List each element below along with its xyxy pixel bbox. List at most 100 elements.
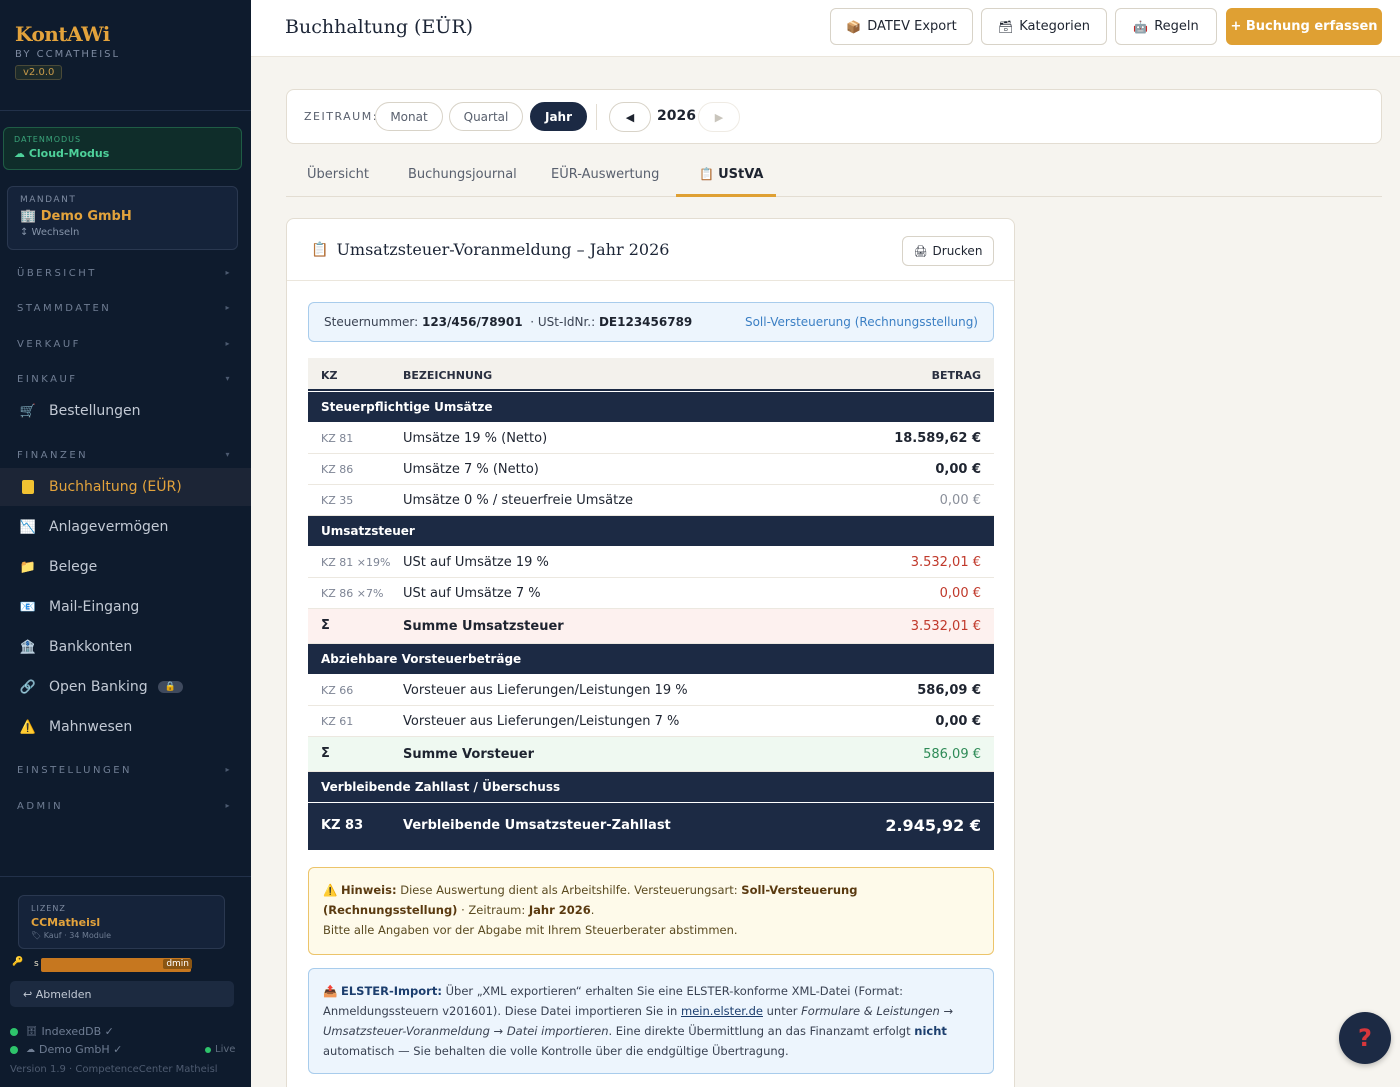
license-name: CCMatheisl	[31, 916, 101, 929]
sidebar-divider	[0, 876, 251, 877]
section-admin-label: ADMIN	[17, 801, 64, 812]
datamode-box[interactable]: DATENMODUS ☁ Cloud-Modus	[3, 127, 242, 170]
page-title: Buchhaltung (EÜR)	[285, 16, 474, 38]
section-einkauf[interactable]: EINKAUF ▾	[17, 374, 232, 385]
sidebar-item-bestellungen[interactable]: 🛒 Bestellungen	[0, 392, 251, 430]
sidebar-item-buchhaltung[interactable]: Buchhaltung (EÜR)	[0, 468, 251, 506]
elster-text: automatisch — Sie behalten die volle Kon…	[323, 1044, 789, 1058]
tab-eur-auswertung[interactable]: EÜR-Auswertung	[551, 167, 659, 182]
license-label: LIZENZ	[31, 904, 66, 913]
upload-icon: 📤	[323, 984, 341, 998]
table-row: KZ 81 ×19% USt auf Umsätze 19 % 3.532,01…	[308, 547, 994, 578]
next-year-button[interactable]: ▶	[698, 102, 740, 132]
row-kz: KZ 66	[321, 684, 354, 697]
elster-emphasis: nicht	[914, 1024, 947, 1038]
section-uebersicht-label: ÜBERSICHT	[17, 268, 97, 279]
warning-icon: ⚠️	[19, 719, 37, 735]
version-badge: v2.0.0	[15, 65, 63, 80]
sidebar-item-belege[interactable]: 📁 Belege	[0, 548, 251, 586]
card-title-text: Umsatzsteuer-Voranmeldung – Jahr 2026	[336, 240, 670, 259]
sidebar-item-mahnwesen[interactable]: ⚠️ Mahnwesen	[0, 708, 251, 746]
section-uebersicht[interactable]: ÜBERSICHT ▸	[17, 268, 232, 279]
sum-row-vorsteuer: Σ Summe Vorsteuer 586,09 €	[308, 737, 994, 772]
chevron-icon: ▾	[225, 374, 232, 383]
mandant-switch[interactable]: ↕ Wechseln	[20, 227, 225, 238]
chevron-icon: ▸	[225, 303, 232, 312]
row-kz: KZ 86 ×7%	[321, 587, 384, 600]
hint-text-2: Bitte alle Angaben vor der Abgabe mit Ih…	[323, 923, 738, 937]
printer-icon: 🖨	[913, 244, 928, 258]
section-finanzen[interactable]: FINANZEN ▾	[17, 450, 232, 461]
footer-version: Version 1.9 · CompetenceCenter Matheisl	[10, 1064, 218, 1075]
tab-ustva-label: UStVA	[718, 167, 764, 182]
logout-button[interactable]: ↩ Abmelden	[10, 981, 234, 1007]
final-amount: 2.945,92 €	[885, 816, 981, 835]
period-selector: ZEITRAUM: Monat Quartal Jahr ◀ 2026 ▶	[286, 89, 1382, 144]
cloud-icon: ☁	[26, 1044, 35, 1055]
kategorien-label: Kategorien	[1019, 19, 1090, 34]
versteuerung-mode: Soll-Versteuerung (Rechnungsstellung)	[744, 315, 978, 329]
row-kz: Σ	[321, 618, 330, 633]
folder-icon: 📁	[19, 559, 37, 575]
chevron-icon: ▸	[225, 765, 232, 774]
live-indicator: Live	[205, 1044, 235, 1055]
tab-buchungsjournal[interactable]: Buchungsjournal	[408, 167, 517, 182]
section-einstellungen[interactable]: EINSTELLUNGEN ▸	[17, 765, 232, 776]
tab-bar: Übersicht Buchungsjournal EÜR-Auswertung…	[286, 156, 1382, 197]
sidebar-divider	[0, 110, 251, 111]
mandant-box[interactable]: MANDANT 🏢 Demo GmbH ↕ Wechseln	[7, 186, 238, 250]
datev-export-button[interactable]: 📦 DATEV Export	[830, 8, 973, 45]
chart-icon: 📉	[19, 519, 37, 535]
row-amount: 586,09 €	[917, 683, 981, 698]
row-amount: 18.589,62 €	[894, 431, 981, 446]
sidebar: KontAWi BY CCMATHEISL v2.0.0 DATENMODUS …	[0, 0, 251, 1087]
row-kz: Σ	[321, 746, 330, 761]
status-tenant: ☁ Demo GmbH ✓	[10, 1043, 122, 1056]
status-db-text: IndexedDB ✓	[41, 1025, 114, 1038]
sidebar-item-bankkonten[interactable]: 🏦 Bankkonten	[0, 628, 251, 666]
sidebar-item-openbanking[interactable]: 🔗 Open Banking 🔒	[0, 668, 251, 706]
regeln-button[interactable]: 🤖 Regeln	[1115, 8, 1217, 45]
active-tab-indicator	[676, 194, 776, 197]
live-text: Live	[215, 1044, 236, 1055]
sidebar-item-label: Belege	[49, 559, 98, 575]
row-amount: 0,00 €	[939, 493, 981, 508]
section-admin[interactable]: ADMIN ▸	[17, 801, 232, 812]
elster-info-box: 📤 ELSTER-Import: Über „XML exportieren“ …	[308, 968, 994, 1074]
sidebar-item-label: Open Banking	[49, 679, 148, 695]
brand-byline: BY CCMATHEISL	[15, 49, 121, 60]
sum-row-umsatzsteuer: Σ Summe Umsatzsteuer 3.532,01 €	[308, 609, 994, 644]
section-verkauf[interactable]: VERKAUF ▸	[17, 339, 232, 350]
period-jahr-button[interactable]: Jahr	[530, 102, 587, 131]
sidebar-item-label: Bankkonten	[49, 639, 133, 655]
period-monat-button[interactable]: Monat	[375, 102, 443, 131]
ustva-card: 📋 Umsatzsteuer-Voranmeldung – Jahr 2026 🖨…	[286, 218, 1015, 1087]
row-bez: Umsätze 19 % (Netto)	[403, 431, 548, 446]
period-label: ZEITRAUM:	[304, 110, 378, 123]
row-bez: Umsätze 0 % / steuerfreie Umsätze	[403, 493, 634, 508]
print-button[interactable]: 🖨 Drucken	[902, 236, 994, 266]
tab-ustva[interactable]: 📋 UStVA	[699, 167, 764, 182]
link-icon: 🔗	[19, 679, 37, 695]
row-bez: USt auf Umsätze 19 %	[403, 555, 549, 570]
tab-uebersicht[interactable]: Übersicht	[307, 167, 369, 182]
top-header: Buchhaltung (EÜR) 📦 DATEV Export 🗃 Kategor…	[251, 0, 1400, 57]
section-stammdaten[interactable]: STAMMDATEN ▸	[17, 303, 232, 314]
period-quartal-button[interactable]: Quartal	[449, 102, 523, 131]
kategorien-button[interactable]: 🗃 Kategorien	[981, 8, 1107, 45]
prev-year-button[interactable]: ◀	[609, 102, 651, 132]
sidebar-item-label: Anlagevermögen	[49, 519, 169, 535]
datev-export-label: DATEV Export	[867, 19, 957, 34]
building-icon: 🏢	[20, 209, 41, 224]
sidebar-item-mail[interactable]: 📧 Mail-Eingang	[0, 588, 251, 626]
steuernr-value: 123/456/78901	[421, 315, 523, 329]
sidebar-item-anlagevermoegen[interactable]: 📉 Anlagevermögen	[0, 508, 251, 546]
add-booking-button[interactable]: + Buchung erfassen	[1226, 8, 1382, 45]
table-row: KZ 86 Umsätze 7 % (Netto) 0,00 €	[308, 454, 994, 485]
table-row: KZ 81 Umsätze 19 % (Netto) 18.589,62 €	[308, 423, 994, 454]
help-button[interactable]: ?	[1339, 1012, 1391, 1064]
table-header: KZ BEZEICHNUNG BETRAG	[308, 358, 994, 391]
section-einkauf-label: EINKAUF	[17, 374, 78, 385]
elster-link[interactable]: mein.elster.de	[681, 1004, 763, 1018]
chevron-icon: ▸	[225, 339, 232, 348]
